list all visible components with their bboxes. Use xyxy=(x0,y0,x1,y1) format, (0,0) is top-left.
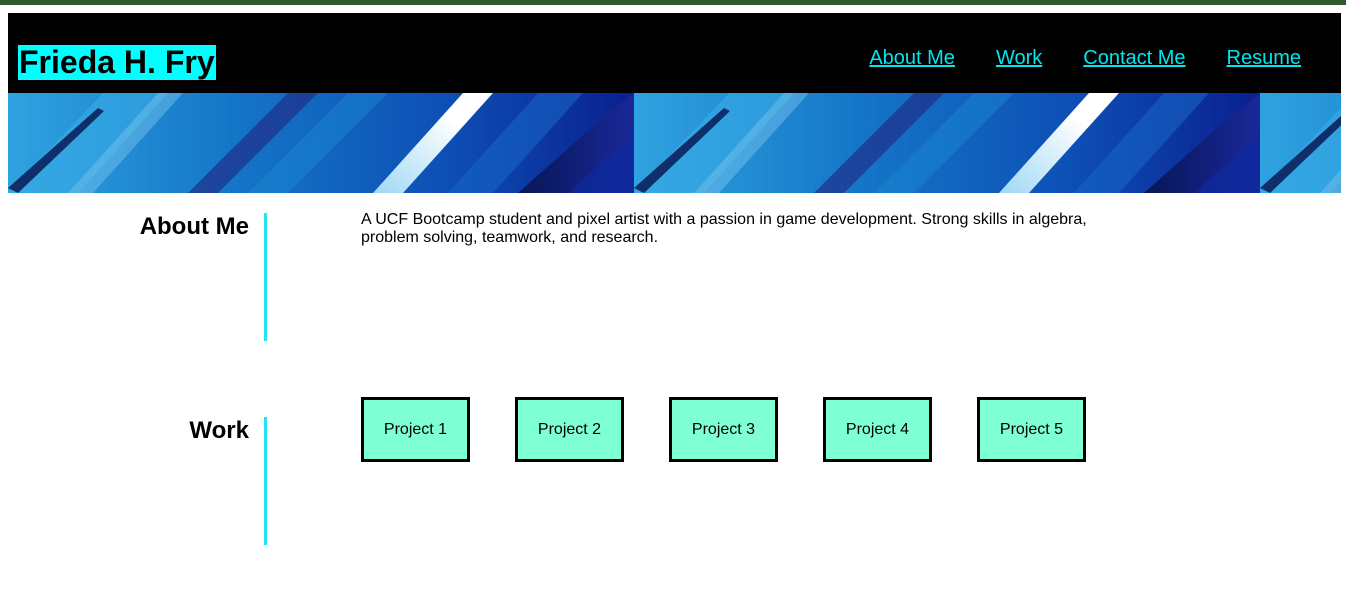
work-heading: Work xyxy=(189,417,249,444)
nav-link-contact-me[interactable]: Contact Me xyxy=(1083,47,1185,70)
top-accent-stripe xyxy=(0,0,1346,5)
nav-link-resume[interactable]: Resume xyxy=(1227,47,1301,70)
work-divider xyxy=(264,417,267,545)
main-nav: About Me Work Contact Me Resume xyxy=(869,47,1301,70)
about-text: A UCF Bootcamp student and pixel artist … xyxy=(361,211,1087,246)
project-card-4[interactable]: Project 4 xyxy=(823,397,932,462)
site-brand: Frieda H. Fry xyxy=(18,44,216,80)
page: Frieda H. Fry About Me Work Contact Me R… xyxy=(8,13,1341,601)
about-section: About Me A UCF Bootcamp student and pixe… xyxy=(8,193,1341,397)
work-section: Work Project 1 Project 2 Project 3 Proje… xyxy=(8,397,1341,601)
project-card-5[interactable]: Project 5 xyxy=(977,397,1086,462)
nav-link-about-me[interactable]: About Me xyxy=(869,47,955,70)
hero-banner-image xyxy=(8,93,1341,193)
project-card-3[interactable]: Project 3 xyxy=(669,397,778,462)
project-card-1[interactable]: Project 1 xyxy=(361,397,470,462)
project-list: Project 1 Project 2 Project 3 Project 4 … xyxy=(361,397,1086,462)
nav-link-work[interactable]: Work xyxy=(996,47,1042,70)
about-heading: About Me xyxy=(139,213,249,240)
hero-banner xyxy=(8,93,1341,193)
site-header: Frieda H. Fry About Me Work Contact Me R… xyxy=(8,13,1341,93)
project-card-2[interactable]: Project 2 xyxy=(515,397,624,462)
about-divider xyxy=(264,213,267,341)
